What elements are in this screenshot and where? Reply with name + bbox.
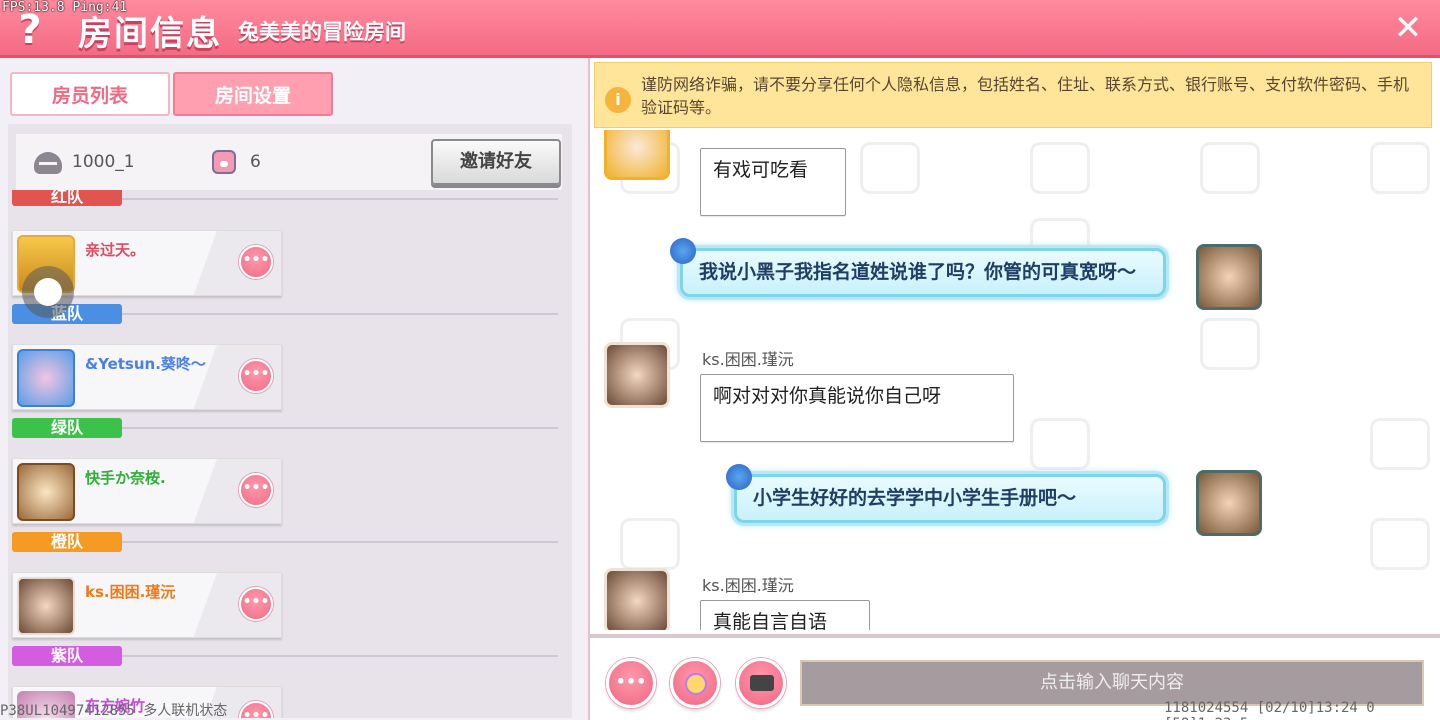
member-card[interactable]: ks.困困.瑾沅 ••• — [12, 572, 282, 638]
chat-bubble: 我说小黑子我指名道姓说谁了吗？你管的可真宽呀～ — [680, 248, 1166, 297]
member-avatar — [17, 463, 75, 521]
member-more-button[interactable]: ••• — [239, 245, 273, 279]
build-status: P38UL10497412855 多人联机状态 — [0, 703, 228, 719]
room-info-bar: 1000_1 6 邀请好友 — [16, 134, 562, 190]
member-name: ks.困困.瑾沅 — [85, 583, 176, 601]
team-divider — [122, 313, 558, 315]
tab-room-settings[interactable]: 房间设置 — [173, 72, 333, 116]
player-count-icon — [212, 150, 236, 174]
member-more-button[interactable]: ••• — [239, 359, 273, 393]
member-name: 快手か奈桉. — [85, 469, 166, 487]
room-name: 兔美美的冒险房间 — [238, 20, 406, 44]
member-avatar — [17, 349, 75, 407]
info-icon: i — [605, 87, 631, 113]
chat-bubble: 有戏可吃看 — [700, 148, 846, 216]
version-info: 1181024554 [02/10]13:24 0 [58]1.23.5 — [1164, 700, 1375, 720]
chat-avatar[interactable] — [604, 568, 670, 630]
team-divider — [122, 655, 558, 657]
invite-friends-button[interactable]: 邀请好友 — [431, 139, 561, 185]
chat-sender-name: ks.困困.瑾沅 — [702, 350, 794, 369]
chat-bubble: 真能自言自语 — [700, 600, 870, 630]
player-count: 6 — [250, 152, 261, 172]
member-more-button[interactable]: ••• — [239, 473, 273, 507]
bubble-flower-icon — [726, 464, 752, 490]
member-more-button[interactable]: ••• — [239, 587, 273, 621]
member-list[interactable]: 1000_1 6 邀请好友 红队 亲过天。 ••• 蓝队 &Yetsun.葵咚～… — [8, 124, 572, 718]
chat-panel: i 谨防网络诈骗，请不要分享任何个人隐私信息，包括姓名、住址、联系方式、银行账号… — [588, 58, 1440, 720]
keyboard-button[interactable] — [736, 658, 786, 708]
tab-member-list[interactable]: 房员列表 — [10, 72, 170, 116]
title-bar: ? 房间信息 兔美美的冒险房间 ✕ — [0, 0, 1440, 58]
cloud-server-icon — [34, 152, 62, 174]
close-icon[interactable]: ✕ — [1388, 8, 1428, 48]
team-label-red: 红队 — [12, 190, 122, 206]
chat-avatar[interactable] — [604, 130, 670, 180]
chat-avatar[interactable] — [1196, 244, 1262, 310]
member-panel: 房员列表 房间设置 1000_1 6 邀请好友 红队 亲过天。 ••• 蓝队 &… — [0, 58, 586, 720]
chat-messages[interactable]: 有戏可吃看 我说小黑子我指名道姓说谁了吗？你管的可真宽呀～ ks.困困.瑾沅 啊… — [590, 130, 1440, 630]
floating-assist-ball[interactable] — [22, 266, 74, 318]
room-id: 1000_1 — [72, 152, 135, 172]
keyboard-icon — [750, 675, 774, 691]
emoji-button[interactable] — [670, 658, 720, 708]
team-label-green: 绿队 — [12, 418, 122, 438]
more-options-button[interactable]: ••• — [606, 658, 656, 708]
member-card[interactable]: &Yetsun.葵咚～ ••• — [12, 344, 282, 410]
member-name: &Yetsun.葵咚～ — [85, 355, 206, 373]
member-name: 亲过天。 — [85, 241, 146, 259]
chat-bubble: 小学生好好的去学学中小学生手册吧～ — [734, 474, 1166, 523]
chat-sender-name: ks.困困.瑾沅 — [702, 576, 794, 595]
member-more-button[interactable]: ••• — [239, 701, 273, 718]
member-avatar — [17, 577, 75, 635]
team-divider — [122, 427, 558, 429]
emoji-icon — [685, 673, 707, 695]
member-card[interactable]: 快手か奈桉. ••• — [12, 458, 282, 524]
chat-avatar[interactable] — [1196, 470, 1262, 536]
chat-bubble: 啊对对对你真能说你自己呀 — [700, 374, 1014, 442]
team-divider — [122, 198, 558, 200]
team-label-purple: 紫队 — [12, 646, 122, 666]
fraud-warning-text: 谨防网络诈骗，请不要分享任何个人隐私信息，包括姓名、住址、联系方式、银行账号、支… — [641, 75, 1410, 117]
fraud-warning-banner: i 谨防网络诈骗，请不要分享任何个人隐私信息，包括姓名、住址、联系方式、银行账号… — [594, 62, 1432, 128]
chat-avatar[interactable] — [604, 342, 670, 408]
team-divider — [122, 541, 558, 543]
fps-ping-readout: FPS:13.8 Ping:41 — [2, 0, 128, 15]
team-label-orange: 橙队 — [12, 532, 122, 552]
bubble-flower-icon — [670, 238, 696, 264]
